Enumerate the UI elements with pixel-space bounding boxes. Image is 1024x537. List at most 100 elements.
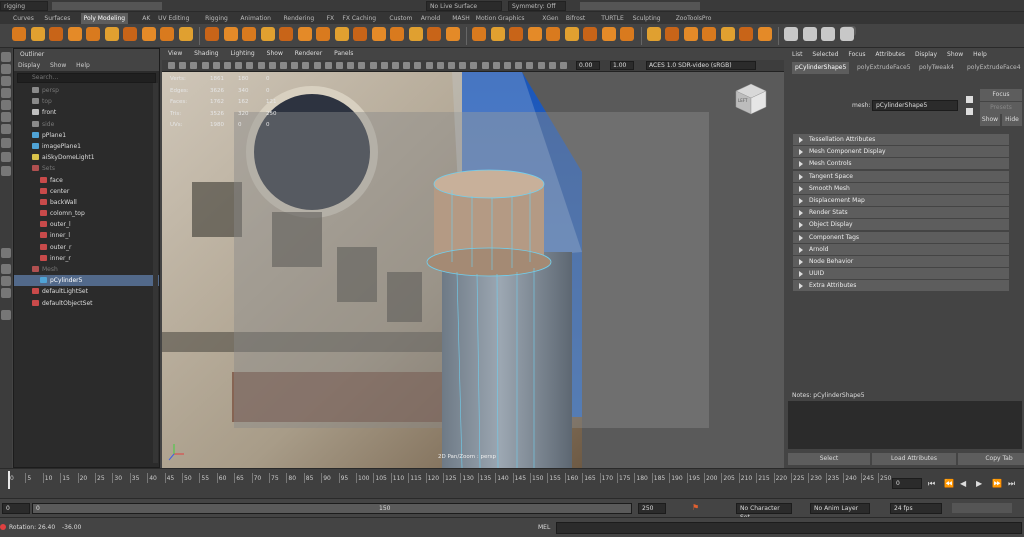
shelf-tab-arnold[interactable]: Arnold [418, 13, 443, 24]
play-forward-icon[interactable]: ▶ [976, 479, 982, 488]
toolbox-tool-icon[interactable] [1, 264, 11, 274]
fps-dropdown[interactable]: 24 fps [890, 503, 942, 514]
outliner-item-backwall[interactable]: backWall [14, 197, 159, 208]
shelf-tab-turtle[interactable]: TURTLE [598, 13, 627, 24]
ae-menu-help[interactable]: Help [973, 51, 987, 58]
outliner-item-aiskydomelight1[interactable]: aiSkyDomeLight1 [14, 152, 159, 163]
outliner-item-defaultlightset[interactable]: defaultLightSet [14, 286, 159, 297]
shelf-tool-icon[interactable] [334, 27, 349, 41]
shelf-tool-icon[interactable] [104, 27, 119, 41]
toolbox-tool-icon[interactable] [1, 52, 11, 62]
outliner-menu-show[interactable]: Show [50, 62, 66, 69]
viewport-toolbar-icon[interactable] [481, 62, 489, 69]
current-frame-field[interactable]: 0 [892, 478, 922, 489]
toolbox-tool-icon[interactable] [1, 288, 11, 298]
shelf-tool-icon[interactable] [279, 27, 293, 41]
viewport-toolbar-icon[interactable] [380, 62, 388, 69]
ae-menu-display[interactable]: Display [915, 51, 937, 58]
shelf-tool-icon[interactable] [67, 27, 82, 41]
end-frame-field[interactable]: 250 [638, 503, 666, 514]
ae-menu-selected[interactable]: Selected [812, 51, 838, 58]
shelf-tab-bifrost[interactable]: Bifrost [563, 13, 588, 24]
outliner-item-front[interactable]: front [14, 107, 159, 118]
toolbox-tool-icon[interactable] [1, 124, 11, 134]
shelf-tab-surfaces[interactable]: Surfaces [41, 13, 73, 24]
outliner-item-pcylinder5[interactable]: pCylinder5 [14, 275, 159, 287]
outliner-item-defaultobjectset[interactable]: defaultObjectSet [14, 298, 159, 309]
go-to-start-icon[interactable]: ⏮ [928, 479, 935, 489]
shelf-tab-curves[interactable]: Curves [10, 13, 37, 24]
shelf-tool-icon[interactable] [646, 27, 661, 41]
viewport-toolbar-icon[interactable] [436, 62, 444, 69]
outliner-item-colomn_top[interactable]: colomn_top [14, 208, 159, 219]
shelf-tool-icon[interactable] [564, 27, 579, 41]
outliner-item-side[interactable]: side [14, 119, 159, 130]
copy-tab-button[interactable]: Copy Tab [958, 453, 1024, 465]
shelf-tool-icon[interactable] [509, 27, 523, 41]
shelf-tool-icon[interactable] [297, 27, 312, 41]
anim-layer-dropdown[interactable]: No Anim Layer [810, 503, 870, 514]
go-to-end-icon[interactable]: ⏭ [1008, 479, 1015, 489]
viewport-menu-view[interactable]: View [168, 50, 182, 57]
shelf-tab-rendering[interactable]: Rendering [281, 13, 318, 24]
viewport-toolbar-icon[interactable] [168, 62, 175, 69]
shelf-tool-icon[interactable] [408, 27, 423, 41]
shelf-tab-fx-caching[interactable]: FX Caching [339, 13, 379, 24]
section-uuid[interactable]: UUID [793, 268, 1009, 280]
viewport-menu-show[interactable]: Show [267, 50, 283, 57]
shelf-tool-icon[interactable] [205, 27, 219, 41]
outliner-menu-help[interactable]: Help [76, 62, 90, 69]
character-set-dropdown[interactable]: No Character Set [736, 503, 792, 521]
load-attributes-button[interactable]: Load Attributes [872, 453, 956, 465]
mesh-name-field[interactable]: pCylinderShape5 [872, 100, 958, 111]
shelf-tool-icon[interactable] [702, 27, 716, 41]
toolbox-tool-icon[interactable] [1, 276, 11, 286]
outliner-item-sets[interactable]: Sets [14, 163, 159, 174]
shelf-tool-icon[interactable] [260, 27, 275, 41]
color-space-dropdown[interactable]: ACES 1.0 SDR-video (sRGB) [646, 61, 756, 70]
viewport-toolbar-icon[interactable] [347, 62, 355, 69]
viewport-toolbar-icon[interactable] [235, 62, 243, 69]
toolbox-tool-icon[interactable] [1, 88, 11, 98]
shelf-tool-icon[interactable] [739, 27, 753, 41]
select-button[interactable]: Select [788, 453, 870, 465]
shelf-tool-icon[interactable] [160, 27, 174, 41]
section-mesh-controls[interactable]: Mesh Controls [793, 158, 1009, 170]
shelf-tool-icon[interactable] [802, 27, 817, 41]
shelf-tool-icon[interactable] [12, 27, 26, 41]
3d-viewport[interactable]: Verts: 1861 180 0 Edges: 3626 340 0 Faces: 1762 16… [162, 72, 784, 468]
mel-input[interactable] [556, 522, 1022, 534]
outliner-item-mesh[interactable]: Mesh [14, 264, 159, 275]
section-component-tags[interactable]: Component Tags [793, 231, 1009, 243]
viewport-toolbar-icon[interactable] [537, 62, 545, 69]
ae-menu-list[interactable]: List [792, 51, 803, 58]
viewport-toolbar-icon[interactable] [470, 62, 478, 69]
toolbox-tool-icon[interactable] [1, 138, 11, 148]
shelf-tool-icon[interactable] [683, 27, 698, 41]
viewport-toolbar-icon[interactable] [560, 62, 567, 69]
viewport-toolbar-icon[interactable] [515, 62, 523, 69]
toolbox-tool-icon[interactable] [1, 112, 11, 122]
snap-icons[interactable] [580, 2, 700, 10]
shelf-tab-mash[interactable]: MASH [449, 13, 473, 24]
shelf-tool-icon[interactable] [371, 27, 386, 41]
viewport-toolbar-icon[interactable] [392, 62, 399, 69]
section-mesh-component-display[interactable]: Mesh Component Display [793, 146, 1009, 158]
mel-label[interactable]: MEL [538, 524, 550, 531]
viewport-menu-panels[interactable]: Panels [334, 50, 353, 57]
start-frame-field[interactable]: 0 [2, 503, 30, 514]
outliner-menu-display[interactable]: Display [18, 62, 40, 69]
viewport-menu-shading[interactable]: Shading [194, 50, 218, 57]
viewport-toolbar-icon[interactable] [179, 62, 187, 69]
shelf-tool-icon[interactable] [821, 27, 835, 41]
viewport-toolbar-icon[interactable] [526, 62, 534, 69]
toolbox-tool-icon[interactable] [1, 310, 11, 320]
viewport-toolbar-icon[interactable] [336, 62, 343, 69]
show-button[interactable]: Show [980, 114, 1000, 126]
viewport-toolbar-icon[interactable] [257, 62, 265, 69]
shelf-tab-uv-editing[interactable]: UV Editing [155, 13, 192, 24]
toolbox-tool-icon[interactable] [1, 248, 11, 258]
playback-controls[interactable]: ⏮ ⏪ ◀ ▶ ⏩ ⏭ [928, 477, 1020, 489]
range-slider[interactable]: 0 150 [32, 503, 632, 514]
shelf-tool-icon[interactable] [839, 27, 854, 41]
